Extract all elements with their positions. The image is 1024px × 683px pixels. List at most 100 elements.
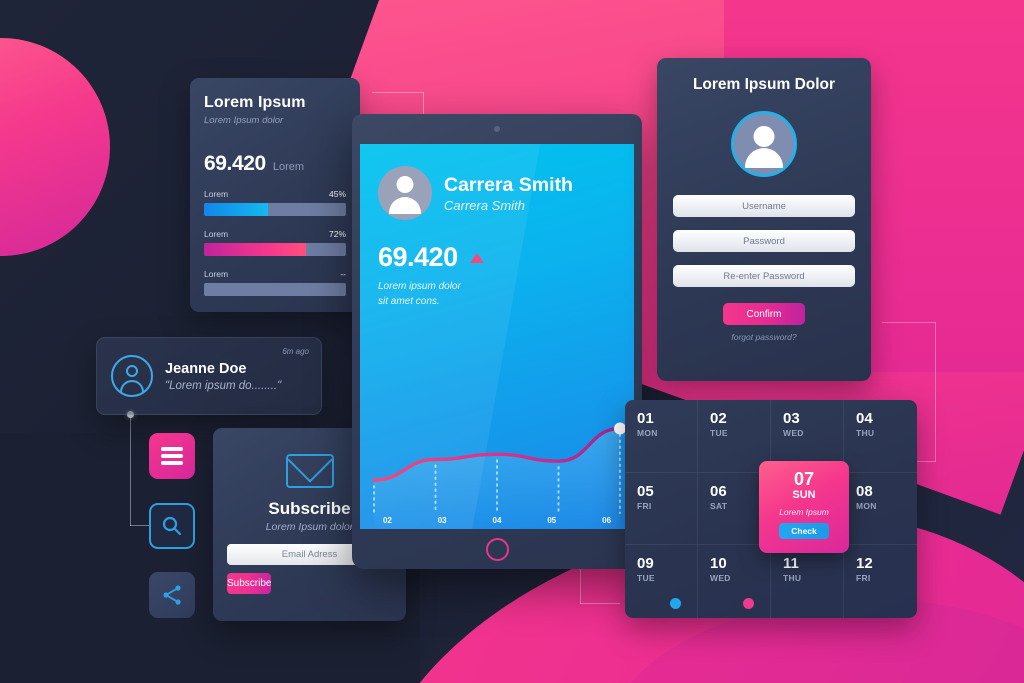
password-field[interactable]: Password bbox=[673, 230, 855, 252]
envelope-icon bbox=[285, 454, 334, 488]
tablet-profile-row: Carrera Smith Carrera Smith bbox=[360, 144, 634, 220]
camera-dot-icon bbox=[494, 126, 500, 132]
progress-bar-2: Lorem 72% bbox=[204, 229, 346, 256]
chart-tick-label: 03 bbox=[437, 516, 447, 525]
share-icon bbox=[163, 585, 181, 605]
comment-author-name: Jeanne Doe bbox=[165, 360, 247, 377]
stats-card-value-row: 69.420 Lorem bbox=[204, 152, 346, 176]
tablet-device: Carrera Smith Carrera Smith 69.420 Lorem… bbox=[352, 114, 642, 569]
confirm-button[interactable]: Confirm bbox=[723, 303, 805, 325]
progress-bar-3-track bbox=[204, 283, 346, 296]
background-pink-circle bbox=[0, 38, 110, 256]
calendar-day-name: THU bbox=[783, 573, 802, 584]
calendar-day-number: 09 bbox=[637, 555, 654, 573]
calendar-day-name: TUE bbox=[637, 573, 655, 584]
search-icon bbox=[162, 516, 182, 536]
line-chart: 02 03 04 05 06 bbox=[360, 379, 634, 529]
calendar-day-name: TUE bbox=[710, 428, 728, 438]
profile-subtitle: Carrera Smith bbox=[444, 197, 525, 213]
selected-day-note: Lorem Ipsum bbox=[779, 507, 829, 517]
progress-bar-1-track bbox=[204, 203, 346, 216]
stats-card: Lorem Ipsum Lorem Ipsum dolor 69.420 Lor… bbox=[190, 78, 360, 312]
calendar-day-number: 11 bbox=[783, 555, 799, 573]
kpi-value: 69.420 bbox=[378, 242, 458, 272]
chart-tick-label: 04 bbox=[492, 516, 502, 525]
progress-bar-1-fill bbox=[204, 203, 268, 216]
chart-svg bbox=[372, 422, 626, 529]
chart-x-axis-ticks: 02 03 04 05 06 bbox=[360, 516, 634, 525]
calendar-cell[interactable]: 10 WED bbox=[698, 545, 771, 618]
selected-day-number: 07 bbox=[793, 469, 815, 489]
check-button[interactable]: Check bbox=[779, 523, 829, 539]
progress-bar-3-pct: -- bbox=[340, 269, 346, 279]
calendar-cell[interactable]: 05 FRI bbox=[625, 472, 698, 546]
calendar-day-name: WED bbox=[783, 428, 804, 438]
login-card: Lorem Ipsum Dolor Username Password Re-e… bbox=[657, 58, 871, 381]
calendar-day-number: 10 bbox=[710, 555, 727, 573]
calendar-cell[interactable]: 04 THU bbox=[844, 400, 917, 473]
kpi-description: Lorem ipsum dolor sit amet cons. bbox=[378, 281, 461, 307]
calendar-day-name: FRI bbox=[637, 500, 652, 511]
calendar-day-number: 03 bbox=[783, 410, 800, 427]
forgot-password-link[interactable]: forgot password? bbox=[673, 332, 855, 342]
tablet-bottom-bezel bbox=[352, 529, 642, 569]
search-button[interactable] bbox=[149, 503, 195, 549]
comment-card[interactable]: Jeanne Doe "Lorem ipsum do........" 6m a… bbox=[96, 337, 322, 415]
login-fields: Username Password Re-enter Password bbox=[673, 195, 855, 287]
calendar-day-number: 05 bbox=[637, 482, 654, 500]
triangle-up-icon bbox=[469, 252, 484, 263]
profile-name: Carrera Smith bbox=[444, 173, 573, 196]
comment-text: "Lorem ipsum do........" bbox=[165, 379, 282, 392]
progress-bar-2-track bbox=[204, 243, 346, 256]
progress-bar-3: Lorem -- bbox=[204, 269, 346, 296]
calendar-day-number: 08 bbox=[856, 482, 873, 500]
calendar-day-number: 02 bbox=[710, 410, 727, 427]
calendar-day-name: WED bbox=[710, 573, 731, 584]
calendar-event-dot bbox=[670, 597, 681, 609]
stats-card-value-label: Lorem bbox=[272, 161, 305, 173]
share-button[interactable] bbox=[149, 572, 195, 618]
calendar-cell[interactable]: 11 THU bbox=[771, 545, 844, 618]
calendar-day-number: 12 bbox=[856, 555, 873, 573]
confirm-password-field[interactable]: Re-enter Password bbox=[673, 265, 855, 287]
calendar-event-dot bbox=[743, 597, 754, 609]
username-field[interactable]: Username bbox=[673, 195, 855, 217]
chart-tick-label: 05 bbox=[547, 516, 557, 525]
tablet-top-bezel bbox=[352, 114, 642, 144]
stats-card-title: Lorem Ipsum bbox=[204, 94, 306, 111]
calendar-day-name: FRI bbox=[856, 573, 871, 584]
calendar-day-name: THU bbox=[856, 428, 875, 438]
comment-card-body: Jeanne Doe "Lorem ipsum do........" bbox=[165, 361, 281, 392]
calendar-cell[interactable]: 12 FRI bbox=[844, 545, 917, 618]
progress-bar-2-pct: 72% bbox=[328, 229, 346, 239]
progress-bar-1: Lorem 45% bbox=[204, 189, 346, 216]
menu-button[interactable] bbox=[149, 433, 195, 479]
stats-card-subtitle: Lorem Ipsum dolor bbox=[204, 115, 284, 126]
calendar-selected-day[interactable]: 07 SUN Lorem Ipsum Check bbox=[759, 461, 849, 553]
hamburger-icon bbox=[161, 444, 183, 469]
calendar-cell[interactable]: 01 MON bbox=[625, 400, 698, 473]
comment-timestamp: 6m ago bbox=[282, 347, 309, 356]
tablet-kpi-row: 69.420 bbox=[360, 220, 634, 273]
calendar-day-number: 04 bbox=[856, 410, 873, 427]
calendar-widget: 01MON02TUE03WED04THU05FRI06SAT07SUN08MON… bbox=[625, 400, 917, 618]
calendar-day-name: MON bbox=[637, 428, 658, 438]
progress-bar-1-pct: 45% bbox=[328, 189, 346, 199]
calendar-day-name: MON bbox=[856, 500, 877, 511]
calendar-day-number: 01 bbox=[637, 410, 654, 427]
selected-day-name: SUN bbox=[792, 489, 816, 501]
login-title: Lorem Ipsum Dolor bbox=[692, 76, 836, 93]
subscribe-button[interactable]: Subscribe bbox=[227, 573, 272, 594]
progress-bar-2-fill bbox=[204, 243, 307, 256]
calendar-cell[interactable]: 02 TUE bbox=[698, 400, 771, 473]
user-avatar-icon bbox=[378, 166, 432, 220]
mockup-canvas: Lorem Ipsum Lorem Ipsum dolor 69.420 Lor… bbox=[0, 0, 1024, 683]
progress-bar-1-label: Lorem bbox=[204, 189, 229, 199]
user-circle-icon bbox=[111, 355, 153, 397]
calendar-cell[interactable]: 09 TUE bbox=[625, 545, 698, 618]
progress-bar-3-label: Lorem bbox=[204, 269, 229, 279]
calendar-cell[interactable]: 08 MON bbox=[844, 473, 917, 546]
user-avatar-icon bbox=[731, 111, 797, 177]
home-ring-icon[interactable] bbox=[485, 537, 509, 561]
stats-card-value: 69.420 bbox=[204, 152, 266, 175]
